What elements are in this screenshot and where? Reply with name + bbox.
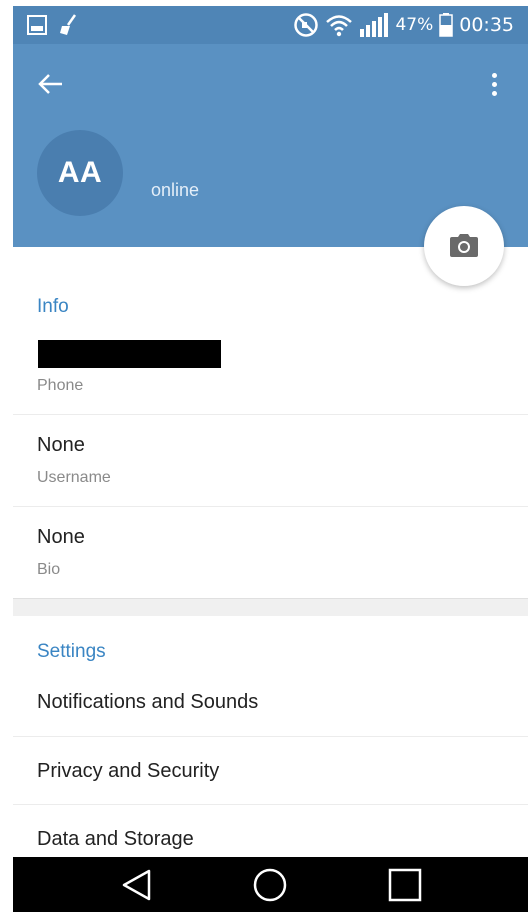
screen: 47% 00:35 AA online Info Phone None User…: [0, 0, 528, 912]
divider: [13, 804, 528, 805]
username-label: Username: [37, 469, 111, 486]
status-left-icons: [27, 14, 79, 36]
back-triangle-icon: [122, 869, 151, 901]
battery-percent: 47%: [395, 15, 434, 35]
status-bar: 47% 00:35: [13, 6, 528, 44]
phone-value-redacted: [38, 340, 221, 368]
settings-item-data-storage[interactable]: Data and Storage: [37, 828, 194, 851]
more-dot: [491, 81, 497, 87]
avatar[interactable]: AA: [37, 130, 123, 216]
battery-icon: [439, 13, 453, 37]
info-section-title: Info: [37, 296, 69, 317]
nav-recents-button[interactable]: [385, 865, 425, 905]
settings-section-title: Settings: [37, 641, 106, 662]
nav-home-button[interactable]: [250, 865, 290, 905]
more-vertical-icon[interactable]: [482, 66, 506, 102]
camera-icon: [450, 234, 478, 257]
camera-button[interactable]: [424, 206, 504, 286]
image-icon: [27, 15, 47, 35]
more-dot: [491, 72, 497, 78]
bio-value[interactable]: None: [37, 526, 85, 549]
broom-icon: [60, 14, 77, 35]
section-gap: [13, 598, 528, 616]
status-right-icons: 47% 00:35: [293, 10, 514, 40]
recents-square-icon: [388, 868, 422, 902]
username-value[interactable]: None: [37, 434, 85, 457]
phone-label: Phone: [37, 377, 84, 394]
divider: [13, 506, 528, 507]
system-nav-bar: [13, 857, 528, 912]
more-dot: [491, 90, 497, 96]
wifi-icon: [326, 15, 353, 37]
home-circle-icon: [253, 868, 287, 902]
settings-item-privacy[interactable]: Privacy and Security: [37, 760, 219, 783]
divider: [13, 414, 528, 415]
settings-item-notifications[interactable]: Notifications and Sounds: [37, 691, 258, 714]
nav-back-button[interactable]: [117, 865, 157, 905]
bio-label: Bio: [37, 561, 61, 578]
signal-icon: [360, 13, 389, 37]
online-status: online: [151, 180, 200, 200]
no-sound-icon: [294, 13, 319, 37]
arrow-left-icon: [38, 74, 62, 94]
divider: [13, 736, 528, 737]
back-button[interactable]: [33, 66, 69, 102]
status-time: 00:35: [459, 14, 514, 36]
